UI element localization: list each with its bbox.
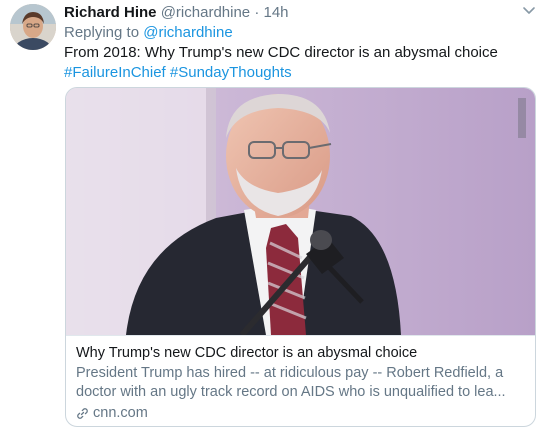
display-name[interactable]: Richard Hine — [64, 4, 157, 21]
reply-context: Replying to @richardhine — [64, 23, 233, 43]
card-title[interactable]: Why Trump's new CDC director is an abysm… — [76, 344, 527, 363]
timestamp[interactable]: 14h — [263, 4, 288, 21]
link-icon — [77, 408, 88, 419]
hashtag-links[interactable]: #FailureInChief #SundayThoughts — [64, 63, 534, 83]
separator-dot: · — [254, 4, 260, 21]
card-body[interactable]: Why Trump's new CDC director is an abysm… — [66, 335, 535, 426]
card-description: President Trump has hired -- at ridiculo… — [76, 365, 506, 400]
card-photo — [66, 88, 535, 335]
reply-prefix: Replying to — [64, 24, 140, 41]
card-image[interactable] — [66, 88, 535, 335]
tweet-text: From 2018: Why Trump's new CDC director … — [64, 43, 534, 83]
reply-mention-link[interactable]: @richardhine — [143, 24, 232, 41]
tweet[interactable]: Richard Hine @richardhine · 14h Replying… — [0, 0, 550, 439]
link-card[interactable]: Why Trump's new CDC director is an abysm… — [65, 87, 536, 427]
avatar-image — [10, 4, 56, 50]
tweet-body: From 2018: Why Trump's new CDC director … — [64, 44, 498, 61]
chevron-down-icon[interactable] — [522, 6, 536, 16]
card-domain-row[interactable]: cnn.com — [76, 404, 527, 423]
user-handle[interactable]: @richardhine — [161, 4, 250, 21]
user-avatar[interactable] — [10, 4, 56, 50]
tweet-header: Richard Hine @richardhine · 14h — [64, 3, 289, 23]
card-domain: cnn.com — [93, 405, 148, 421]
